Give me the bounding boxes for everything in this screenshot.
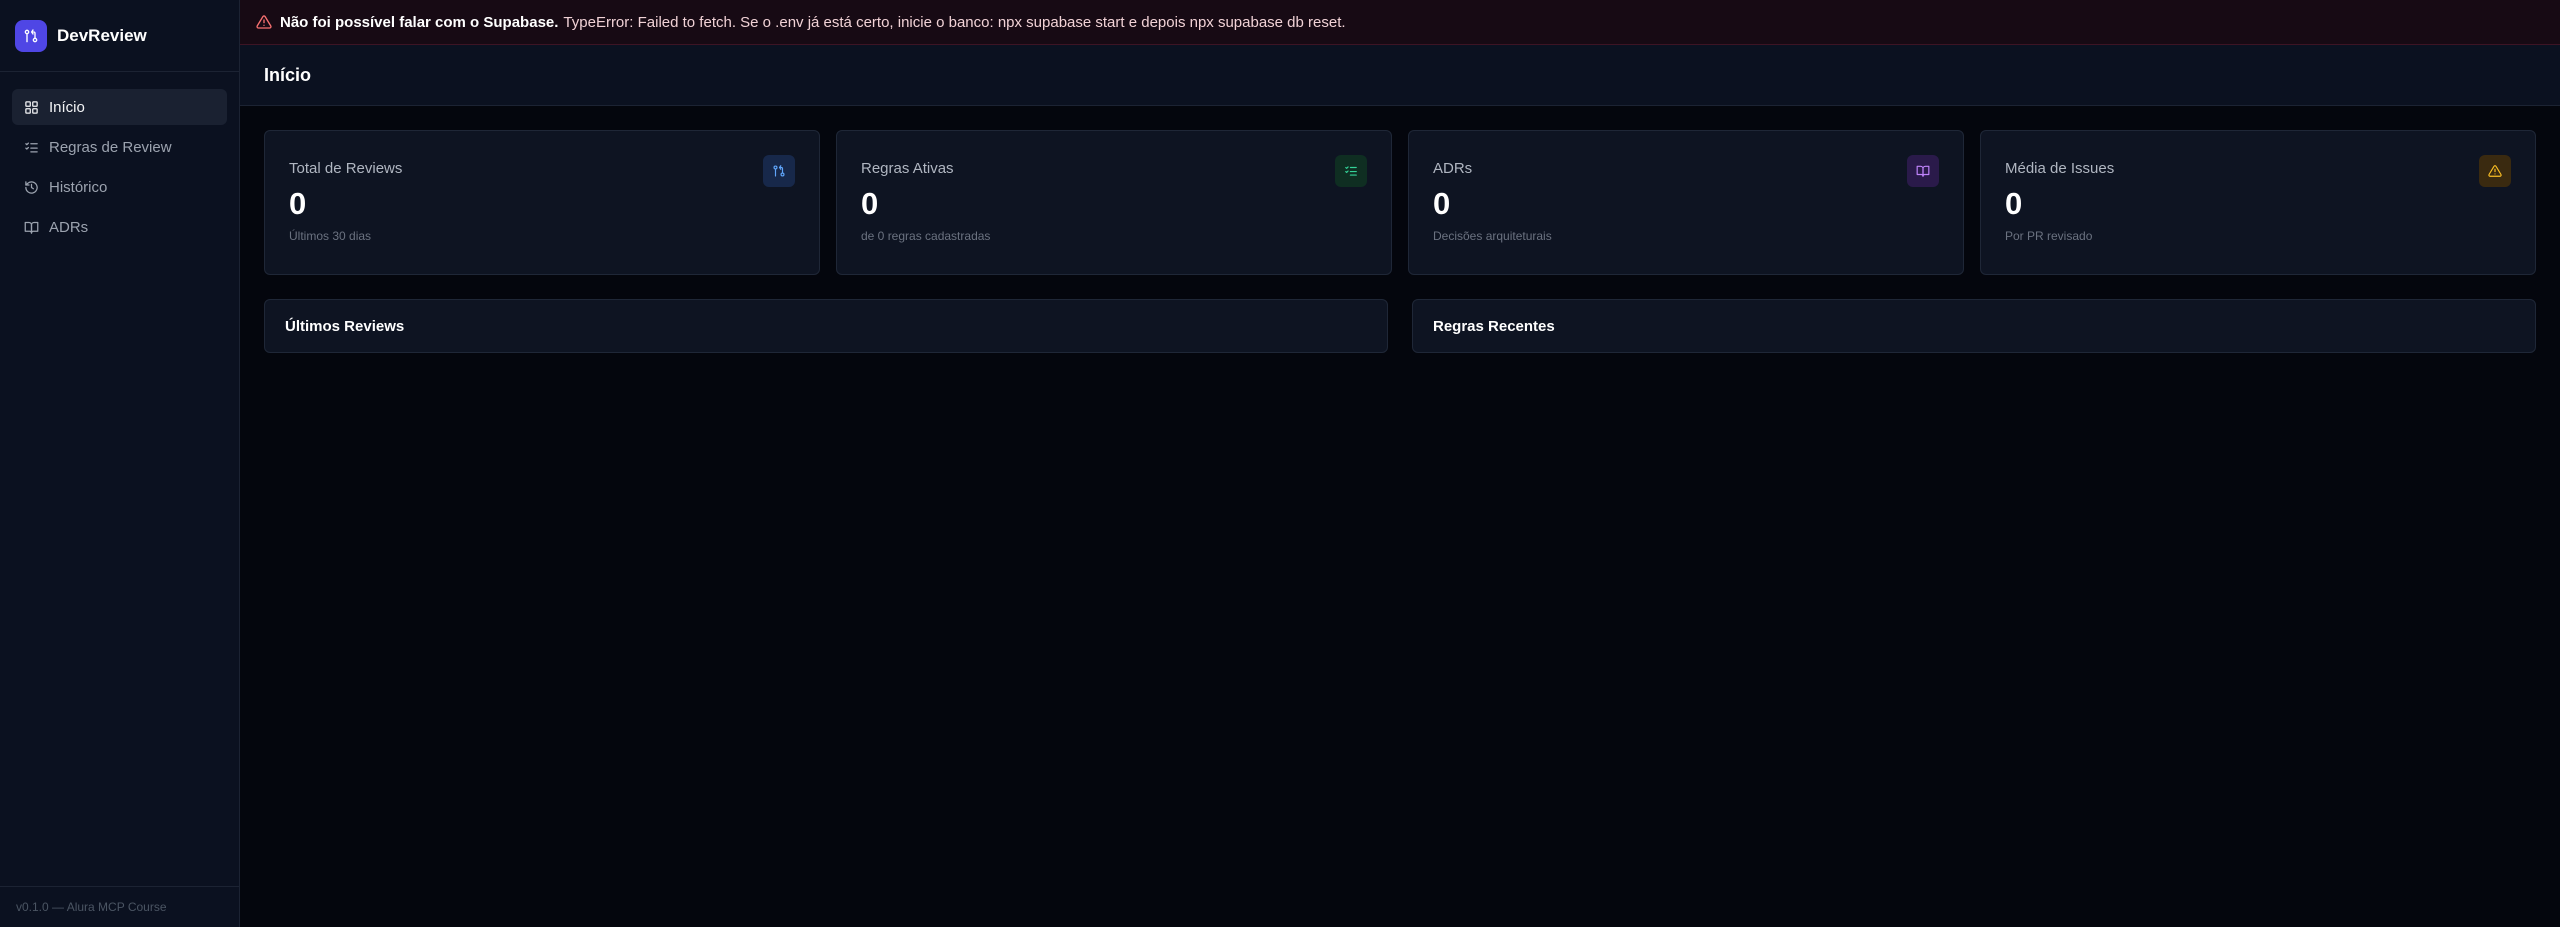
stat-value: 0 [289, 186, 307, 221]
dashboard-content: Total de Reviews 0 Últimos 30 dias Regra… [240, 106, 2560, 353]
warning-triangle-icon [256, 15, 272, 29]
page-title: Início [264, 64, 312, 85]
sidebar-item-adrs[interactable]: ADRs [12, 209, 227, 245]
stat-label: Média de Issues [2005, 160, 2115, 177]
warning-triangle-icon [2479, 155, 2511, 187]
stat-subtext: Decisões arquiteturais [1433, 229, 1552, 243]
stat-label: ADRs [1433, 160, 1473, 177]
git-pull-request-icon [15, 19, 47, 52]
history-icon [25, 180, 38, 194]
sidebar-item-inicio[interactable]: Início [12, 89, 227, 125]
stat-card-media-issues: Média de Issues 0 Por PR revisado [1980, 130, 2536, 275]
stat-card-regras-ativas: Regras Ativas 0 de 0 regras cadastradas [836, 130, 1392, 275]
stat-label: Total de Reviews [289, 160, 403, 177]
panel-title: Regras Recentes [1433, 317, 1555, 335]
alert-title: Não foi possível falar com o Supabase. [280, 13, 559, 31]
main-area: Não foi possível falar com o Supabase. Ty… [240, 0, 2560, 927]
page-header: Início [240, 45, 2560, 106]
stat-card-total-reviews: Total de Reviews 0 Últimos 30 dias [264, 130, 820, 275]
stat-value: 0 [861, 186, 879, 221]
sidebar-nav: Início Regras de Review Histórico ADRs [0, 72, 239, 262]
app-root: DevReview Início Regras de Review Histór… [0, 0, 2560, 927]
recent-rules-panel: Regras Recentes [1412, 299, 2536, 353]
stat-card-adrs: ADRs 0 Decisões arquiteturais [1408, 130, 1964, 275]
stat-value: 0 [2005, 186, 2023, 221]
alert-text: Não foi possível falar com o Supabase. Ty… [280, 14, 1346, 31]
git-pull-request-icon [763, 155, 795, 187]
sidebar-item-label: Início [49, 98, 85, 116]
sidebar-item-label: ADRs [49, 218, 89, 236]
layout-grid-icon [25, 100, 38, 114]
alert-message: TypeError: Failed to fetch. Se o .env já… [563, 13, 1346, 31]
panels-row: Últimos Reviews Regras Recentes [264, 299, 2536, 353]
sidebar-item-label: Regras de Review [49, 138, 172, 156]
stat-value: 0 [1433, 186, 1451, 221]
stat-subtext: Por PR revisado [2005, 229, 2093, 243]
brand[interactable]: DevReview [0, 0, 239, 72]
list-checks-icon [25, 142, 38, 152]
list-checks-icon [1335, 155, 1367, 187]
sidebar-item-historico[interactable]: Histórico [12, 169, 227, 205]
version-footer: v0.1.0 — Alura MCP Course [0, 886, 239, 927]
brand-name: DevReview [57, 25, 147, 45]
book-open-icon [1907, 155, 1939, 187]
error-alert: Não foi possível falar com o Supabase. Ty… [240, 0, 2560, 45]
book-open-icon [24, 221, 39, 234]
stat-label: Regras Ativas [861, 160, 954, 177]
stat-subtext: de 0 regras cadastradas [861, 229, 991, 243]
latest-reviews-panel: Últimos Reviews [264, 299, 1388, 353]
sidebar-item-regras-de-review[interactable]: Regras de Review [12, 129, 227, 165]
sidebar-item-label: Histórico [49, 178, 108, 196]
sidebar: DevReview Início Regras de Review Histór… [0, 0, 240, 927]
stat-subtext: Últimos 30 dias [289, 229, 372, 243]
stats-row: Total de Reviews 0 Últimos 30 dias Regra… [264, 130, 2536, 275]
panel-title: Últimos Reviews [285, 317, 405, 335]
